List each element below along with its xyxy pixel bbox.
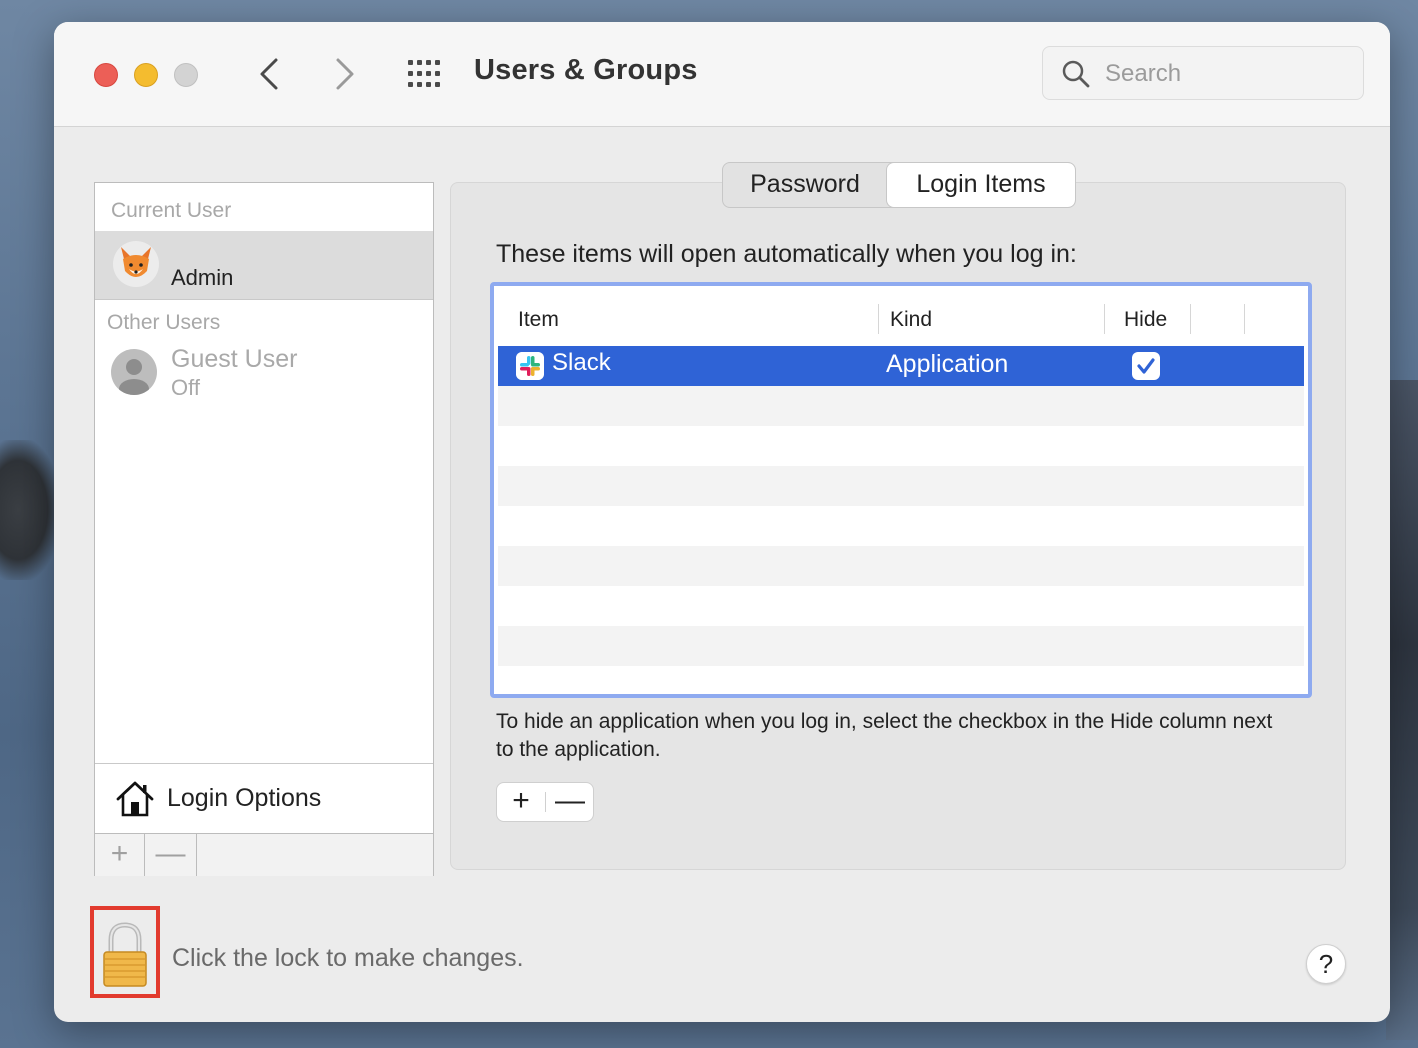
zoom-button[interactable] [174, 63, 198, 87]
table-row-empty [498, 466, 1304, 506]
guest-avatar [111, 349, 157, 395]
table-row-empty [498, 426, 1304, 466]
user-list: Current User Admin Other Users Guest Use… [94, 182, 434, 876]
search-icon [1062, 60, 1090, 88]
admin-avatar [113, 241, 159, 287]
table-row-empty [498, 586, 1304, 626]
minimize-button[interactable] [134, 63, 158, 87]
desktop-rock-right [1386, 380, 1418, 1040]
back-button[interactable] [252, 54, 288, 94]
window-title: Users & Groups [474, 54, 698, 86]
grid-icon [408, 60, 440, 87]
table-row-empty [498, 626, 1304, 666]
login-items-intro: These items will open automatically when… [496, 240, 1077, 268]
table-row-empty [498, 666, 1304, 694]
remove-login-item-button[interactable]: — [546, 783, 594, 821]
login-options-label: Login Options [167, 784, 322, 812]
login-items-help-text: To hide an application when you log in, … [496, 710, 1273, 761]
lock-status-text: Click the lock to make changes. [172, 944, 524, 972]
guest-user-name: Guest User [171, 345, 298, 373]
help-button[interactable]: ? [1306, 944, 1346, 984]
slack-app-icon [516, 352, 544, 380]
show-all-button[interactable] [406, 58, 446, 90]
tab-bar: Password Login Items [722, 162, 1076, 208]
login-item-name: Slack [552, 349, 611, 376]
table-row[interactable]: Slack Application [498, 346, 1304, 386]
person-icon [119, 359, 149, 395]
table-header: Item Kind Hide [498, 290, 1304, 346]
forward-button[interactable] [326, 54, 362, 94]
column-item[interactable]: Item [518, 308, 559, 332]
column-hide[interactable]: Hide [1124, 308, 1167, 332]
table-row-empty [498, 386, 1304, 426]
lock-icon [103, 922, 147, 987]
remove-user-button[interactable]: — [145, 834, 197, 876]
toolbar: Users & Groups [54, 22, 1390, 127]
user-row-admin[interactable]: Admin [95, 231, 433, 300]
fox-avatar-icon [121, 247, 151, 277]
checkmark-icon [1137, 358, 1155, 374]
preferences-window: Users & Groups Current User [54, 22, 1390, 1022]
search-field[interactable] [1042, 46, 1364, 100]
column-kind[interactable]: Kind [890, 308, 932, 332]
other-users-heading: Other Users [107, 311, 221, 334]
login-items-table[interactable]: Item Kind Hide Slack Application [490, 282, 1312, 698]
column-divider [1244, 304, 1245, 334]
tab-password[interactable]: Password [723, 163, 887, 207]
column-divider [878, 304, 879, 334]
admin-user-name: Admin [171, 265, 234, 290]
chevron-right-icon [336, 58, 354, 90]
desktop-rock-left [0, 440, 60, 580]
user-list-footer: + — [95, 833, 433, 876]
close-button[interactable] [94, 63, 118, 87]
add-remove-control: + — [496, 782, 594, 822]
login-options-item[interactable]: Login Options [95, 763, 433, 834]
hide-checkbox[interactable] [1132, 352, 1160, 380]
chevron-left-icon [260, 58, 278, 90]
search-input[interactable] [1103, 57, 1357, 91]
add-user-button[interactable]: + [95, 834, 145, 876]
login-item-kind: Application [886, 350, 1009, 378]
current-user-heading: Current User [111, 199, 232, 222]
column-divider [1190, 304, 1191, 334]
table-row-empty [498, 546, 1304, 586]
tab-login-items[interactable]: Login Items [887, 163, 1075, 207]
guest-user-status: Off [171, 375, 200, 400]
lock-button[interactable] [90, 906, 160, 998]
column-divider [1104, 304, 1105, 334]
table-row-empty [498, 506, 1304, 546]
add-login-item-button[interactable]: + [497, 783, 545, 821]
house-icon [116, 781, 154, 817]
